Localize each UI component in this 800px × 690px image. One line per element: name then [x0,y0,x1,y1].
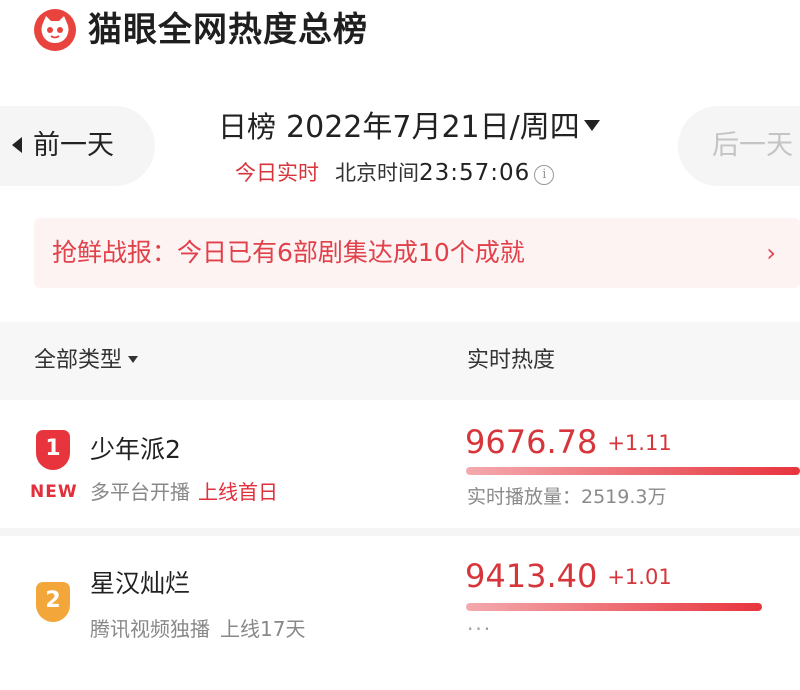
heat-value: 9676.78 [465,423,598,461]
chevron-right-icon: › [766,239,776,267]
online-status: 上线17天 [220,617,306,641]
realtime-info: 今日实时 北京时间23:57:06 i [235,156,555,190]
online-status: 上线首日 [198,480,278,504]
next-day-label: 后一天 [712,130,793,161]
more-ellipsis: ··· [467,617,493,641]
realtime-heat-column-title: 实时热度 [467,348,556,373]
row-divider [0,528,800,536]
prev-day-button[interactable]: 前一天 [0,106,155,186]
heat-bar [466,603,762,611]
list-header: 全部类型 实时热度 [0,322,800,400]
new-tag: NEW [30,482,78,502]
next-day-button[interactable]: 后一天 [678,106,800,186]
ranking-type-label: 日榜 [218,110,277,144]
rank-badge: 1 [36,430,70,470]
type-filter-dropdown[interactable]: 全部类型 [34,344,139,378]
ranking-row[interactable]: 1 NEW 少年派2 多平台开播 上线首日 9676.78 +1.11 实时播放量：… [0,400,800,528]
caret-left-icon [12,137,22,153]
beijing-time-label: 北京时间 [335,161,419,185]
app-header: 猫眼全网热度总榜 [0,0,800,62]
heat-delta: +1.11 [607,431,672,455]
heat-delta: +1.01 [607,565,672,589]
heat-score: 9676.78 +1.11 [465,422,672,463]
caret-down-icon [128,356,139,363]
platform-label: 多平台开播 [90,480,190,504]
rank-badge: 2 [36,582,70,622]
show-meta: 腾讯视频独播 上线17天 [90,614,305,644]
page-title: 猫眼全网热度总榜 [88,10,368,50]
ranking-row[interactable]: 2 星汉灿烂 腾讯视频独播 上线17天 9413.40 +1.01 ··· [0,536,800,690]
achievement-banner[interactable]: 抢鲜战报：今日已有6部剧集达成10个成就 › [34,218,800,288]
show-title: 星汉灿烂 [90,569,191,598]
beijing-time-value: 23:57:06 [419,160,531,186]
caret-down-icon [583,120,600,131]
date-label: 2022年7月21日/周四 [286,110,580,145]
prev-day-label: 前一天 [33,130,114,161]
play-count: 实时播放量：2519.3万 [467,486,667,508]
maoyan-cat-logo-icon [34,9,76,51]
info-icon[interactable]: i [534,165,555,185]
date-selector[interactable]: 日榜 2022年7月21日/周四 [218,105,600,149]
show-meta: 多平台开播 上线首日 [90,477,278,507]
realtime-label: 今日实时 [235,161,319,185]
heat-score: 9413.40 +1.01 [465,556,672,597]
show-title: 少年派2 [90,435,181,464]
platform-label: 腾讯视频独播 [90,617,210,641]
banner-text: 抢鲜战报：今日已有6部剧集达成10个成就 [52,238,525,267]
heat-bar [466,467,800,475]
type-filter-label: 全部类型 [34,348,123,373]
heat-value: 9413.40 [465,557,598,595]
